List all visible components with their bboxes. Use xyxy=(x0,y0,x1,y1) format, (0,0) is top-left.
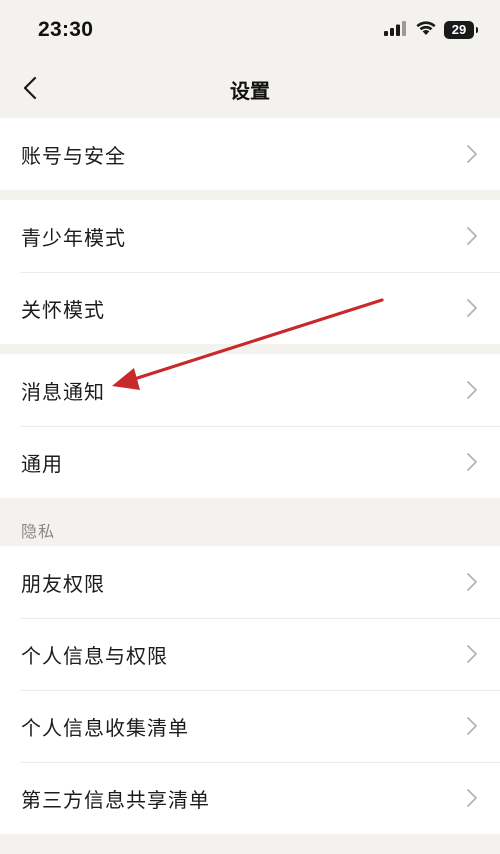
row-label: 朋友权限 xyxy=(21,571,105,596)
settings-group-account: 账号与安全 xyxy=(0,118,500,190)
settings-row-notifications[interactable]: 消息通知 xyxy=(0,354,500,426)
nav-bar: 设置 xyxy=(0,62,500,118)
settings-row-info-collection-list[interactable]: 个人信息收集清单 xyxy=(0,690,500,762)
row-label: 关怀模式 xyxy=(21,297,105,322)
chevron-right-icon xyxy=(466,788,478,808)
section-label-privacy: 隐私 xyxy=(21,522,56,541)
chevron-right-icon xyxy=(466,716,478,736)
page-title: 设置 xyxy=(230,79,270,103)
status-time: 23:30 xyxy=(38,18,94,41)
chevron-right-icon xyxy=(466,226,478,246)
battery-icon: 29 xyxy=(444,21,478,39)
row-label: 个人信息与权限 xyxy=(21,643,168,668)
settings-group-modes: 青少年模式 关怀模式 xyxy=(0,200,500,344)
cellular-signal-icon xyxy=(384,20,408,40)
chevron-right-icon xyxy=(466,144,478,164)
battery-level: 29 xyxy=(451,22,467,37)
row-label: 第三方信息共享清单 xyxy=(21,787,210,812)
chevron-right-icon xyxy=(466,452,478,472)
status-bar: 23:30 29 xyxy=(0,0,500,62)
status-icons: 29 xyxy=(384,20,478,40)
row-label: 账号与安全 xyxy=(21,143,126,168)
chevron-right-icon xyxy=(466,298,478,318)
chevron-right-icon xyxy=(466,644,478,664)
chevron-right-icon xyxy=(466,572,478,592)
settings-group-privacy: 朋友权限 个人信息与权限 个人信息收集清单 第三方信息共享清单 xyxy=(0,546,500,834)
settings-row-general[interactable]: 通用 xyxy=(0,426,500,498)
chevron-right-icon xyxy=(466,380,478,400)
settings-row-care-mode[interactable]: 关怀模式 xyxy=(0,272,500,344)
settings-row-account-security[interactable]: 账号与安全 xyxy=(0,118,500,190)
row-label: 青少年模式 xyxy=(21,225,126,250)
row-label: 通用 xyxy=(21,451,63,476)
settings-row-youth-mode[interactable]: 青少年模式 xyxy=(0,200,500,272)
settings-group-general: 消息通知 通用 xyxy=(0,354,500,498)
settings-row-friend-permissions[interactable]: 朋友权限 xyxy=(0,546,500,618)
row-label: 个人信息收集清单 xyxy=(21,715,189,740)
wifi-icon xyxy=(415,20,437,40)
settings-row-personal-info-permissions[interactable]: 个人信息与权限 xyxy=(0,618,500,690)
row-label: 消息通知 xyxy=(21,379,105,404)
settings-row-third-party-sharing-list[interactable]: 第三方信息共享清单 xyxy=(0,762,500,834)
